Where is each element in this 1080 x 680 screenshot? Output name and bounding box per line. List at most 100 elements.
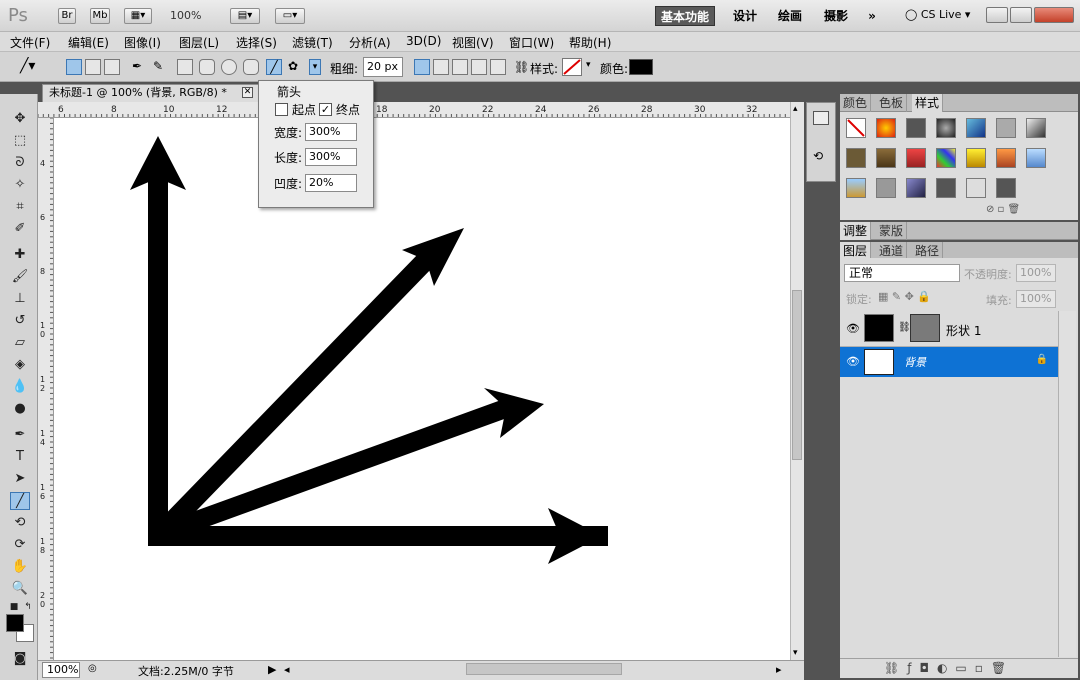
geometry-options-dropdown[interactable]: ▾: [309, 59, 321, 75]
eraser-icon[interactable]: ▱: [10, 334, 30, 352]
workspace-design[interactable]: 设计: [725, 6, 765, 26]
pen-icon[interactable]: ✒: [132, 59, 148, 75]
view-extras-icon[interactable]: ▦▾: [124, 8, 152, 24]
menu-layer[interactable]: 图层(L): [179, 34, 219, 51]
style-swatch-20[interactable]: [996, 178, 1016, 198]
menu-help[interactable]: 帮助(H): [569, 34, 611, 51]
menu-select[interactable]: 选择(S): [236, 34, 277, 51]
3d-rotate-icon[interactable]: ⟲: [10, 514, 30, 532]
workspace-essentials[interactable]: 基本功能: [655, 6, 715, 26]
foreground-color-swatch[interactable]: [6, 614, 24, 632]
style-swatch-3[interactable]: [906, 118, 926, 138]
style-swatch-8[interactable]: [846, 148, 866, 168]
style-swatch-7[interactable]: [1026, 118, 1046, 138]
minibridge-button[interactable]: Mb: [90, 8, 110, 24]
horizontal-scroll-thumb[interactable]: [466, 663, 622, 675]
clone-stamp-icon[interactable]: ⊥: [10, 290, 30, 308]
screen-mode-icon[interactable]: ▭▾: [275, 8, 305, 24]
blur-tool-icon[interactable]: 💧: [10, 378, 30, 396]
exclude-shape-icon[interactable]: [490, 59, 506, 75]
tab-swatches[interactable]: 色板: [876, 94, 908, 112]
custom-shape-icon[interactable]: ✿: [288, 59, 304, 75]
fill-input[interactable]: 100%: [1016, 290, 1056, 308]
scroll-left-icon[interactable]: ◂: [284, 663, 290, 676]
document-tab[interactable]: 未标题-1 @ 100% (背景, RGB/8) * ✕: [42, 84, 260, 102]
style-swatch-5[interactable]: [966, 118, 986, 138]
style-swatch-4[interactable]: [936, 118, 956, 138]
style-swatch-2[interactable]: [876, 118, 896, 138]
zoom-status-field[interactable]: 100%: [42, 662, 80, 678]
menu-edit[interactable]: 编辑(E): [68, 34, 109, 51]
scroll-up-icon[interactable]: ▴: [793, 104, 798, 114]
style-swatch-9[interactable]: [876, 148, 896, 168]
zoom-tool-icon[interactable]: 🔍: [10, 580, 30, 598]
vertical-scroll-thumb[interactable]: [792, 290, 802, 460]
close-tab-icon[interactable]: ✕: [242, 87, 253, 98]
more-workspaces-icon[interactable]: »: [862, 6, 882, 26]
crop-tool-icon[interactable]: ⌗: [10, 198, 30, 216]
subtract-shape-icon[interactable]: [452, 59, 468, 75]
tab-masks[interactable]: 蒙版: [876, 222, 908, 240]
workspace-painting[interactable]: 绘画: [770, 6, 810, 26]
cs-live-button[interactable]: ◯ CS Live ▾: [905, 8, 970, 21]
line-tool-icon[interactable]: ╱: [266, 59, 282, 75]
freeform-pen-icon[interactable]: ✎: [153, 59, 169, 75]
fill-pixels-icon[interactable]: [104, 59, 120, 75]
layer-row[interactable]: 👁 ⛓ 形状 1: [840, 311, 1058, 347]
tab-adjustments[interactable]: 调整: [840, 222, 872, 240]
color-swatch[interactable]: [629, 59, 653, 75]
minimize-icon[interactable]: [986, 7, 1008, 23]
style-swatch-14[interactable]: [1026, 148, 1046, 168]
move-tool-icon[interactable]: ✥: [10, 110, 30, 128]
history-panel-icon[interactable]: [813, 111, 829, 125]
paint-bucket-icon[interactable]: ◈: [10, 356, 30, 374]
style-swatch-16[interactable]: [876, 178, 896, 198]
status-arrow-icon[interactable]: ▶: [268, 663, 276, 676]
style-picker[interactable]: [562, 58, 582, 76]
menu-3d[interactable]: 3D(D): [406, 34, 441, 48]
opacity-input[interactable]: 100%: [1016, 264, 1056, 282]
link-icon[interactable]: ⛓: [514, 60, 529, 74]
line-tool-icon[interactable]: ╱: [10, 492, 30, 510]
menu-filter[interactable]: 滤镜(T): [292, 34, 333, 51]
menu-view[interactable]: 视图(V): [452, 34, 494, 51]
style-swatch-17[interactable]: [906, 178, 926, 198]
close-icon[interactable]: [1034, 7, 1074, 23]
canvas[interactable]: [54, 118, 790, 660]
style-swatch-18[interactable]: [936, 178, 956, 198]
menu-file[interactable]: 文件(F): [10, 34, 50, 51]
layers-scrollbar[interactable]: [1058, 311, 1076, 657]
blend-mode-select[interactable]: 正常: [844, 264, 960, 282]
style-none-swatch[interactable]: [846, 118, 866, 138]
scroll-down-icon[interactable]: ▾: [793, 648, 798, 658]
width-input[interactable]: 300%: [305, 123, 357, 141]
menu-analysis[interactable]: 分析(A): [349, 34, 391, 51]
polygon-icon[interactable]: [243, 59, 259, 75]
quick-mask-icon[interactable]: ◙: [10, 650, 30, 668]
paths-icon[interactable]: [85, 59, 101, 75]
style-swatch-12[interactable]: [966, 148, 986, 168]
rectangle-tool-icon[interactable]: [177, 59, 193, 75]
zoom-level-dropdown[interactable]: 100%: [170, 9, 201, 22]
restore-icon[interactable]: [1010, 7, 1032, 23]
end-checkbox[interactable]: ✓: [319, 103, 332, 116]
lasso-tool-icon[interactable]: ᘐ: [10, 154, 30, 172]
style-swatch-10[interactable]: [906, 148, 926, 168]
ellipse-icon[interactable]: [221, 59, 237, 75]
lock-icons[interactable]: ▦ ✎ ✥ 🔒: [878, 290, 931, 303]
eye-icon[interactable]: 👁: [846, 322, 860, 335]
style-swatch-11[interactable]: [936, 148, 956, 168]
type-tool-icon[interactable]: T: [10, 448, 30, 466]
workspace-photography[interactable]: 摄影: [818, 6, 854, 26]
layer-row-selected[interactable]: 👁 背景 🔒: [840, 347, 1058, 377]
rounded-rectangle-icon[interactable]: [199, 59, 215, 75]
actions-panel-icon[interactable]: ⟲: [813, 149, 823, 163]
start-checkbox[interactable]: [275, 103, 288, 116]
arrange-documents-icon[interactable]: ▤▾: [230, 8, 260, 24]
tab-styles[interactable]: 样式: [912, 94, 944, 112]
eye-icon[interactable]: 👁: [846, 355, 860, 368]
path-selection-icon[interactable]: ➤: [10, 470, 30, 488]
chain-icon[interactable]: ⛓: [898, 322, 911, 333]
intersect-shape-icon[interactable]: [471, 59, 487, 75]
add-shape-icon[interactable]: [433, 59, 449, 75]
